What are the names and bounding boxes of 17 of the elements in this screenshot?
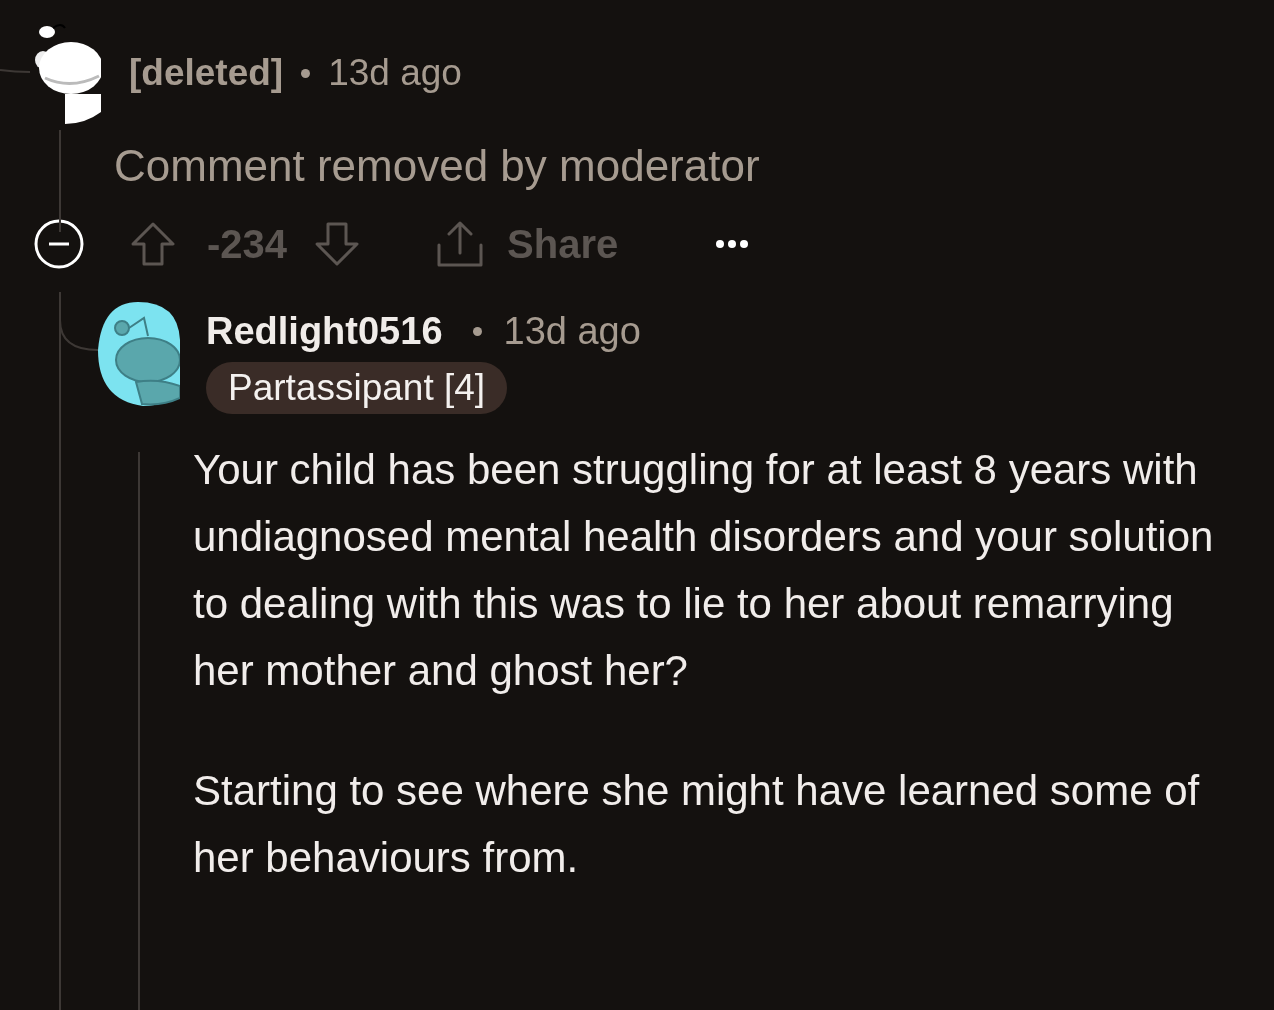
author-name[interactable]: Redlight0516: [206, 308, 443, 354]
upvote-icon[interactable]: [129, 220, 177, 268]
separator-dot: [301, 68, 311, 78]
comment-text: Starting to see where she might have learned some of her behaviours from.: [193, 766, 1201, 883]
collapse-button[interactable]: [33, 218, 85, 270]
more-options-icon[interactable]: [714, 238, 751, 250]
avatar-icon[interactable]: [98, 300, 180, 406]
comment-text: Your child has been struggling for at least 8 years with undiagnosed mental health disorders and your solution to dealing with this was to lie to her about remarrying her mother and ghost her?: [193, 445, 1215, 696]
share-icon: [435, 219, 486, 269]
comment-text: Comment removed by moderator: [114, 140, 761, 192]
separator-dot: [472, 326, 482, 336]
timestamp: 13d ago: [328, 51, 462, 95]
vote-count: -234: [207, 221, 288, 267]
user-flair: Partassipant [4]: [206, 362, 508, 414]
author-name[interactable]: [deleted]: [129, 50, 284, 96]
timestamp: 13d ago: [503, 309, 641, 354]
thread-line: [0, 69, 31, 73]
